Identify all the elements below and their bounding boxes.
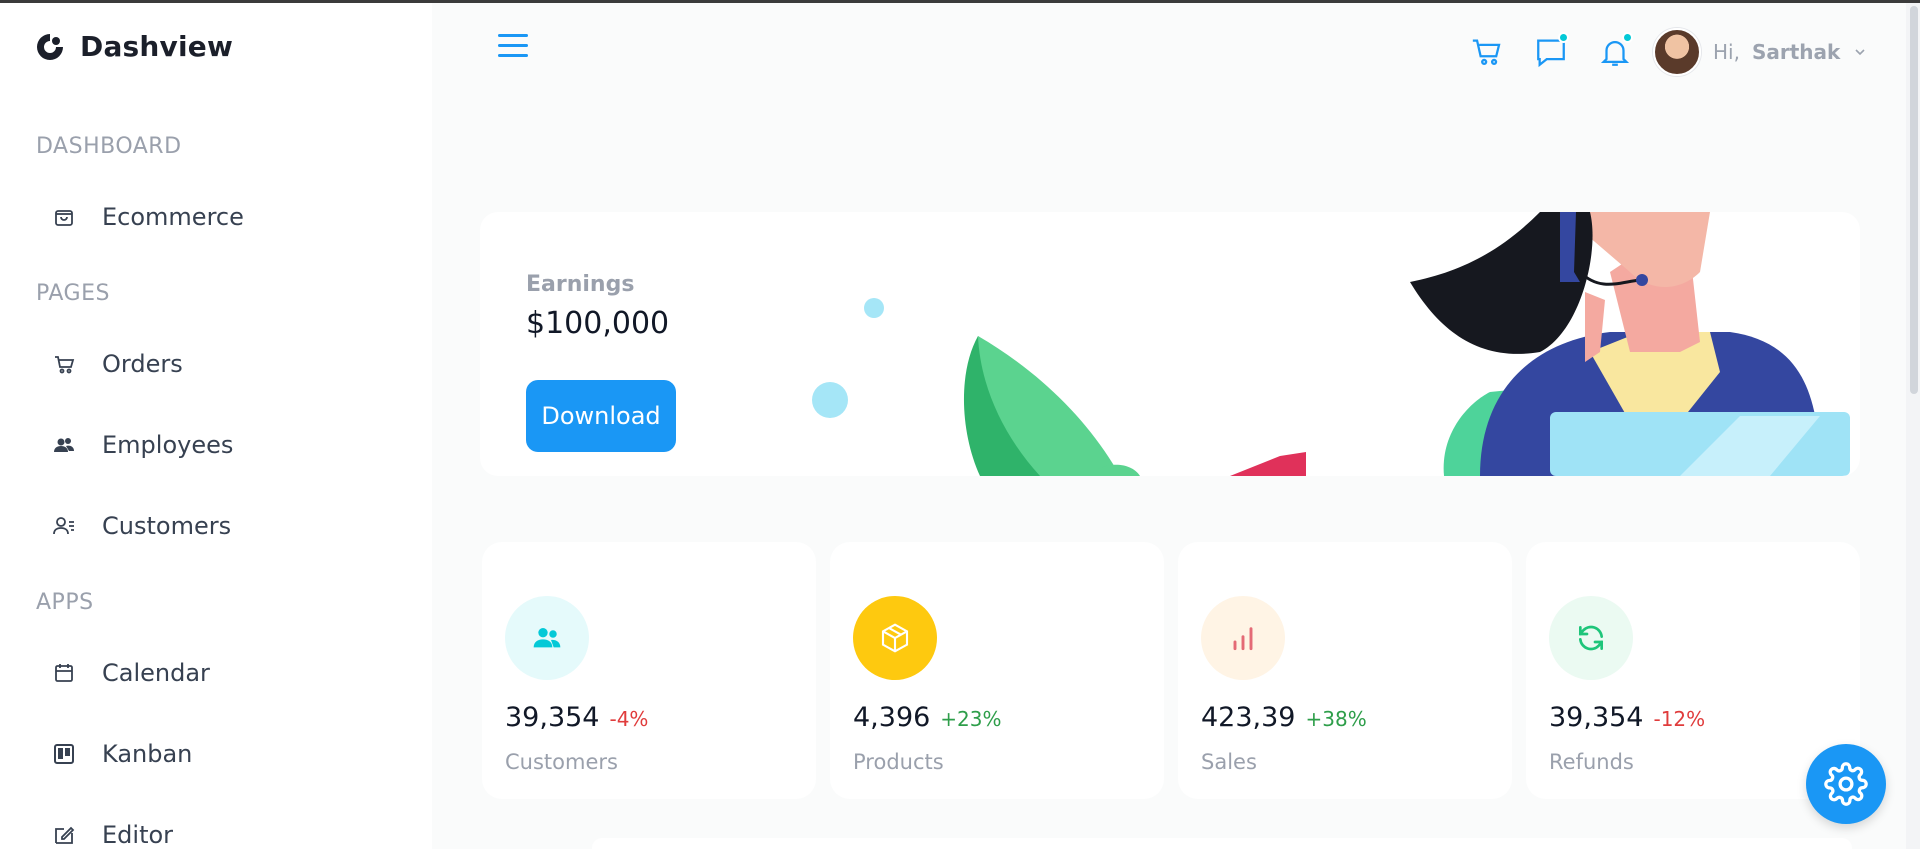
stat-value: 39,354 xyxy=(505,702,600,733)
stat-change: +23% xyxy=(940,707,1002,731)
hamburger-icon[interactable] xyxy=(498,34,528,60)
earnings-card: Earnings $100,000 Download xyxy=(480,212,1860,476)
stat-card-products: 4,396 +23% Products xyxy=(830,542,1164,799)
stat-amount: 39,354 -12% xyxy=(1549,702,1705,733)
stat-amount: 423,39 +38% xyxy=(1201,702,1367,733)
stat-change: +38% xyxy=(1305,707,1367,731)
sidebar-item-label: Ecommerce xyxy=(102,203,244,231)
username: Sarthak xyxy=(1751,40,1841,64)
stat-label: Customers xyxy=(505,750,618,774)
earnings-value: $100,000 xyxy=(526,306,670,341)
header-actions: Hi, Sarthak xyxy=(1467,28,1868,76)
stat-card-customers: 39,354 -4% Customers xyxy=(482,542,816,799)
sidebar-item-label: Editor xyxy=(102,821,174,849)
sidebar-item-label: Customers xyxy=(102,512,232,540)
next-card-edge xyxy=(592,838,1852,849)
stat-value: 423,39 xyxy=(1201,702,1296,733)
stat-card-refunds: 39,354 -12% Refunds xyxy=(1526,542,1860,799)
stat-icon-button[interactable] xyxy=(1201,596,1285,680)
stat-amount: 4,396 +23% xyxy=(853,702,1002,733)
section-title-pages: PAGES xyxy=(36,281,110,306)
box-icon xyxy=(881,623,909,653)
sidebar-item-label: Kanban xyxy=(102,740,193,768)
stat-label: Refunds xyxy=(1549,750,1634,774)
sidebar-item-calendar[interactable]: Calendar xyxy=(52,659,210,687)
greeting: Hi, xyxy=(1713,40,1740,64)
user-list-icon xyxy=(52,514,76,538)
sidebar-item-ecommerce[interactable]: Ecommerce xyxy=(52,203,244,231)
page-scrollbar[interactable] xyxy=(1906,0,1920,849)
scrollbar-thumb[interactable] xyxy=(1910,6,1918,394)
edit-icon xyxy=(52,823,76,847)
sidebar-item-editor[interactable]: Editor xyxy=(52,821,173,849)
settings-button[interactable] xyxy=(1806,744,1886,824)
bar-chart-icon xyxy=(1233,627,1253,651)
stats-row: 39,354 -4% Customers 4,396 +23% Products 4… xyxy=(482,542,1860,799)
stat-icon-button[interactable] xyxy=(853,596,937,680)
kanban-icon xyxy=(52,742,76,766)
earnings-label: Earnings xyxy=(526,272,635,297)
sidebar-item-employees[interactable]: Employees xyxy=(52,431,233,459)
section-title-apps: APPS xyxy=(36,590,94,615)
chevron-down-icon xyxy=(1855,49,1865,56)
user-profile-menu[interactable]: Hi, Sarthak xyxy=(1653,28,1868,76)
brand-name: Dashview xyxy=(80,30,234,63)
users-icon xyxy=(52,433,76,457)
gear-icon xyxy=(1824,762,1868,806)
notification-dot xyxy=(1558,32,1569,43)
section-title-dashboard: DASHBOARD xyxy=(36,134,182,159)
sidebar: Dashview DASHBOARD Ecommerce PAGES Order… xyxy=(0,0,432,849)
chat-button[interactable] xyxy=(1531,32,1571,72)
download-button[interactable]: Download xyxy=(526,380,676,452)
stat-icon-button[interactable] xyxy=(505,596,589,680)
stat-change: -12% xyxy=(1653,707,1706,731)
notification-dot xyxy=(1622,32,1633,43)
stat-value: 39,354 xyxy=(1549,702,1644,733)
stat-value: 4,396 xyxy=(853,702,931,733)
main-content: Hi, Sarthak Earnings $100,000 Download 3… xyxy=(432,0,1920,849)
sidebar-item-orders[interactable]: Orders xyxy=(52,350,183,378)
stat-label: Sales xyxy=(1201,750,1257,774)
avatar xyxy=(1653,28,1701,76)
stat-amount: 39,354 -4% xyxy=(505,702,648,733)
cart-icon xyxy=(52,352,76,376)
brand-logo-icon xyxy=(37,33,63,60)
notification-button[interactable] xyxy=(1595,32,1635,72)
sidebar-item-kanban[interactable]: Kanban xyxy=(52,740,192,768)
sidebar-item-customers[interactable]: Customers xyxy=(52,512,231,540)
calendar-icon xyxy=(52,661,76,685)
brand[interactable]: Dashview xyxy=(34,30,233,63)
sidebar-item-label: Employees xyxy=(102,431,234,459)
stat-label: Products xyxy=(853,750,944,774)
cart-icon xyxy=(1472,39,1501,66)
stat-icon-button[interactable] xyxy=(1549,596,1633,680)
refresh-icon xyxy=(1579,625,1603,651)
cart-button[interactable] xyxy=(1467,32,1507,72)
sidebar-item-label: Calendar xyxy=(102,659,210,687)
shopping-bag-icon xyxy=(52,205,76,229)
people-icon xyxy=(533,628,561,648)
earnings-illustration xyxy=(812,212,1850,476)
stat-card-sales: 423,39 +38% Sales xyxy=(1178,542,1512,799)
window-top-border xyxy=(0,0,1920,3)
stat-change: -4% xyxy=(609,707,649,731)
sidebar-item-label: Orders xyxy=(102,350,183,378)
